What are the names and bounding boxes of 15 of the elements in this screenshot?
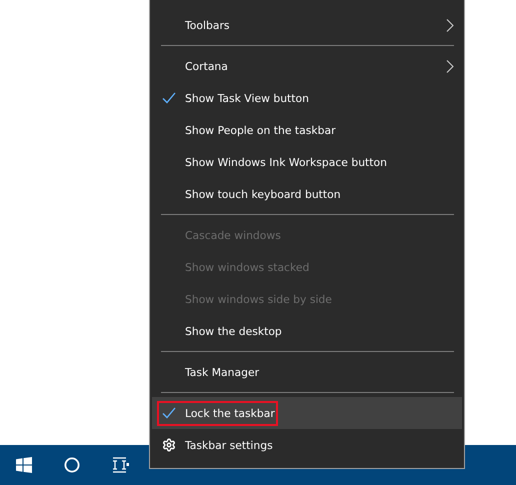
menu-item[interactable]: Show People on the taskbar [152,114,462,146]
chevron-right-icon [446,19,454,32]
gear-icon [162,438,176,452]
menu-item[interactable]: Show Task View button [152,82,462,114]
menu-item[interactable]: Toolbars [152,9,462,41]
menu-item[interactable]: Show the desktop [152,315,462,347]
check-icon [162,91,176,105]
menu-item[interactable]: Show Windows Ink Workspace button [152,146,462,178]
menu-item[interactable]: Taskbar settings [152,429,462,461]
menu-item[interactable]: Cortana [152,50,462,82]
menu-item[interactable]: Task Manager [152,356,462,388]
check-icon [162,406,176,420]
menu-item[interactable]: Lock the taskbar [152,397,462,429]
chevron-right-icon [446,60,454,73]
menu-item[interactable]: Show touch keyboard button [152,178,462,210]
